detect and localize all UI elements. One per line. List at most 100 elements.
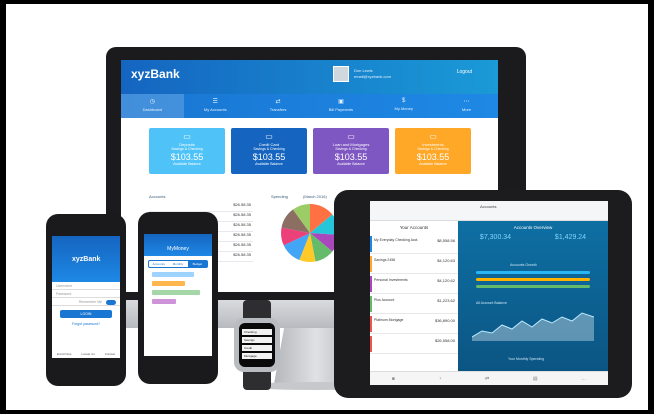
account-color-bar bbox=[370, 336, 372, 352]
login-brand-logo: xyzBank bbox=[72, 256, 101, 263]
nav-item[interactable]: ⇄ Transfers bbox=[247, 94, 310, 118]
summary-card[interactable]: ▭ Credit Card Savings & Checking $103.55 Ava… bbox=[231, 128, 307, 174]
brand-logo[interactable]: xyzBank bbox=[131, 67, 180, 81]
growth-bar bbox=[476, 278, 590, 281]
account-color-bar bbox=[370, 316, 372, 332]
footer-link[interactable]: Enroll Now bbox=[57, 352, 72, 356]
kpi-total: $7,300.34 bbox=[479, 234, 512, 241]
avatar[interactable] bbox=[333, 66, 349, 82]
watch-list-item[interactable]: Checking bbox=[242, 329, 272, 335]
forgot-password-link[interactable]: Forgot password? bbox=[52, 322, 120, 326]
card-caption: Available Balance bbox=[173, 162, 201, 166]
watch-spacer bbox=[239, 323, 275, 327]
nav-item-label: My Money bbox=[394, 106, 413, 111]
card-amount: $103.55 bbox=[334, 152, 368, 162]
username-field[interactable]: Username bbox=[52, 282, 120, 290]
nav-item-label: More bbox=[461, 107, 472, 112]
nav-item[interactable]: ☰ My Accounts bbox=[184, 94, 247, 118]
list-icon: ☰ bbox=[212, 99, 218, 105]
account-list-item[interactable]: Plus Account $1,223.62 bbox=[370, 294, 458, 314]
nav-item-label: My Accounts bbox=[203, 107, 227, 112]
tab-icon[interactable]: ▤ bbox=[533, 376, 538, 382]
account-amount: $8,558.56 bbox=[437, 238, 455, 243]
logout-link[interactable]: Logout bbox=[457, 69, 472, 75]
budget-bar bbox=[152, 272, 194, 277]
bill-icon: ▣ bbox=[338, 99, 344, 105]
account-amount: $1,223.62 bbox=[437, 298, 455, 303]
tab-icon[interactable]: ⇄ bbox=[485, 376, 489, 382]
growth-label: Accounts Growth bbox=[510, 263, 537, 267]
summary-card[interactable]: ▭ Deposits Savings & Checking $103.55 Availa… bbox=[149, 128, 225, 174]
summary-card[interactable]: ▭ Loan and Mortgages Savings & Checking $10… bbox=[313, 128, 389, 174]
growth-bar bbox=[476, 271, 590, 274]
account-list-item[interactable]: Personal Investments $4,120.62 bbox=[370, 274, 458, 294]
card-subtitle: Savings & Checking bbox=[171, 147, 203, 151]
account-name: Platinum Mortgage bbox=[374, 318, 404, 322]
tab-icon[interactable]: … bbox=[581, 376, 586, 382]
tablet-tabbar: ■ ◔ ⇄ ▤ … bbox=[370, 371, 608, 385]
tab-icon[interactable]: ■ bbox=[392, 376, 395, 382]
spending-heading: Spending bbox=[271, 194, 288, 199]
nav-item[interactable]: $ My Money bbox=[372, 94, 435, 118]
nav-item[interactable]: ▣ Bill Payments bbox=[309, 94, 372, 118]
wallet-icon: ▭ bbox=[265, 132, 273, 141]
segment-tab[interactable]: Monthly bbox=[168, 261, 187, 267]
account-name: Plus Account bbox=[374, 298, 395, 302]
card-caption: Available Balance bbox=[337, 162, 365, 166]
accounts-heading: Accounts bbox=[149, 194, 166, 199]
nav-item-label: Transfers bbox=[269, 107, 287, 112]
spending-label: Your Monthly Spending bbox=[508, 357, 545, 361]
password-field[interactable]: Password bbox=[52, 290, 120, 298]
spending-period: (March 2016) bbox=[303, 194, 327, 199]
accounts-pane-header: Your Accounts bbox=[399, 225, 429, 230]
account-list-item[interactable]: Platinum Mortgage $36,890.00 bbox=[370, 314, 458, 334]
wallet-icon: ▭ bbox=[347, 132, 355, 141]
money-bars bbox=[144, 272, 212, 304]
growth-bars bbox=[476, 271, 590, 292]
tab-icon[interactable]: ◔ bbox=[438, 376, 441, 382]
account-amount: $4,120.62 bbox=[437, 278, 455, 283]
nav-item[interactable]: ◷ Dashboard bbox=[121, 94, 184, 118]
nav-item[interactable]: ⋯ More bbox=[435, 94, 498, 118]
tablet-topbar: Accounts bbox=[370, 201, 608, 221]
login-footer: Enroll Now Locate Us Contact bbox=[52, 352, 120, 356]
remember-toggle[interactable] bbox=[106, 300, 116, 305]
footer-link[interactable]: Locate Us bbox=[81, 352, 95, 356]
account-row[interactable]: $26.58.35 bbox=[149, 202, 253, 212]
summary-card[interactable]: ▭ Investments Savings & Checking $103.55 Ava… bbox=[395, 128, 471, 174]
login-button[interactable]: LOGIN bbox=[60, 310, 112, 318]
card-caption: Available Balance bbox=[419, 162, 447, 166]
desktop-header: xyzBank Don Lewis email@xyzbank.com Logo… bbox=[121, 60, 498, 94]
card-subtitle: Savings & Checking bbox=[253, 147, 285, 151]
segment-tab[interactable]: Accounts bbox=[149, 261, 168, 267]
account-list-item[interactable]: $26,558.00 bbox=[370, 334, 458, 354]
card-amount: $103.55 bbox=[416, 152, 450, 162]
watch-list-item[interactable]: Savings bbox=[242, 337, 272, 343]
footer-link[interactable]: Contact bbox=[105, 352, 115, 356]
account-list-item[interactable]: My Everyday Checking Acct. $8,558.56 bbox=[370, 234, 458, 254]
watch-list-item[interactable]: Mortgage bbox=[242, 353, 272, 359]
user-info: Don Lewis email@xyzbank.com bbox=[354, 68, 391, 80]
watch-list-item[interactable]: Credit bbox=[242, 345, 272, 351]
account-name: Personal Investments bbox=[374, 278, 408, 282]
budget-bar bbox=[152, 281, 185, 286]
account-color-bar bbox=[370, 296, 372, 312]
account-amount: $26,558.00 bbox=[434, 338, 455, 343]
tablet-title: Accounts bbox=[480, 204, 497, 209]
tablet-accounts-pane: Your Accounts My Everyday Checking Acct.… bbox=[370, 221, 458, 371]
main-nav: ◷ Dashboard ☰ My Accounts ⇄ Transfers ▣ Bill Pa… bbox=[121, 94, 498, 118]
budget-bar bbox=[152, 299, 176, 304]
phone-money-screen: MyMoney Accounts Monthly Budget bbox=[144, 234, 212, 356]
budget-bar bbox=[152, 290, 200, 295]
wallet-icon: ▭ bbox=[429, 132, 437, 141]
segment-tab[interactable]: Budget bbox=[187, 261, 207, 267]
account-name: Savings 2456 bbox=[374, 258, 396, 262]
account-color-bar bbox=[370, 256, 372, 272]
remember-label: Remember Me bbox=[78, 300, 102, 304]
card-subtitle: Savings & Checking bbox=[417, 147, 449, 151]
kpi-secondary: $1,429.24 bbox=[554, 234, 587, 241]
spending-pie-chart bbox=[281, 204, 339, 262]
transfer-icon: ⇄ bbox=[275, 99, 281, 105]
tablet-overview-pane: Accounts Overview $7,300.34 $1,429.24 Ac… bbox=[458, 221, 608, 371]
account-list-item[interactable]: Savings 2456 $4,120.63 bbox=[370, 254, 458, 274]
